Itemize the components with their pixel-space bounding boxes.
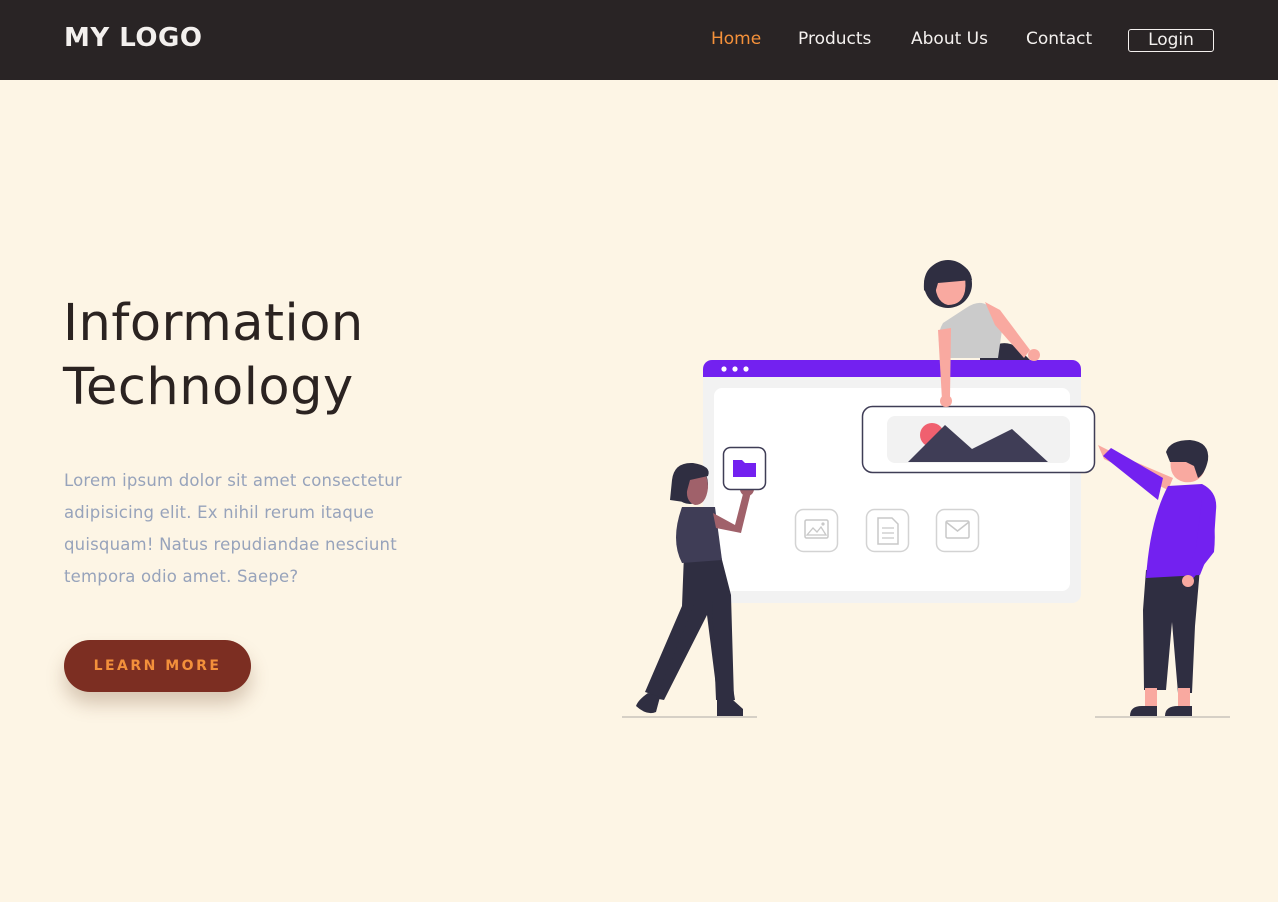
hero-title-line-1: Information: [63, 294, 364, 353]
navbar: MY LOGO Home Products About Us Contact L…: [0, 0, 1278, 80]
hero-illustration: [622, 260, 1230, 718]
hero-title-line-2: Technology: [63, 358, 354, 417]
mail-icon: [935, 508, 980, 553]
folder-icon: [733, 460, 756, 477]
hero-title: Information Technology: [63, 292, 543, 420]
nav-link-about-us[interactable]: About Us: [911, 29, 988, 49]
image-card-graphic: [861, 405, 1096, 474]
person-top-figure: [923, 260, 1040, 407]
nav-link-products[interactable]: Products: [798, 29, 871, 49]
site-logo[interactable]: MY LOGO: [64, 23, 202, 53]
nav-link-contact[interactable]: Contact: [1026, 29, 1092, 49]
image-icon: [794, 508, 839, 553]
person-left-figure: [636, 446, 767, 716]
person-right-figure: [1098, 440, 1217, 716]
browser-window-graphic: [703, 360, 1081, 603]
login-button[interactable]: Login: [1128, 29, 1214, 52]
document-icon: [865, 508, 910, 553]
hero-description: Lorem ipsum dolor sit amet consectetur a…: [64, 471, 402, 586]
nav-link-home[interactable]: Home: [711, 29, 761, 49]
learn-more-button[interactable]: LEARN MORE: [64, 640, 251, 692]
